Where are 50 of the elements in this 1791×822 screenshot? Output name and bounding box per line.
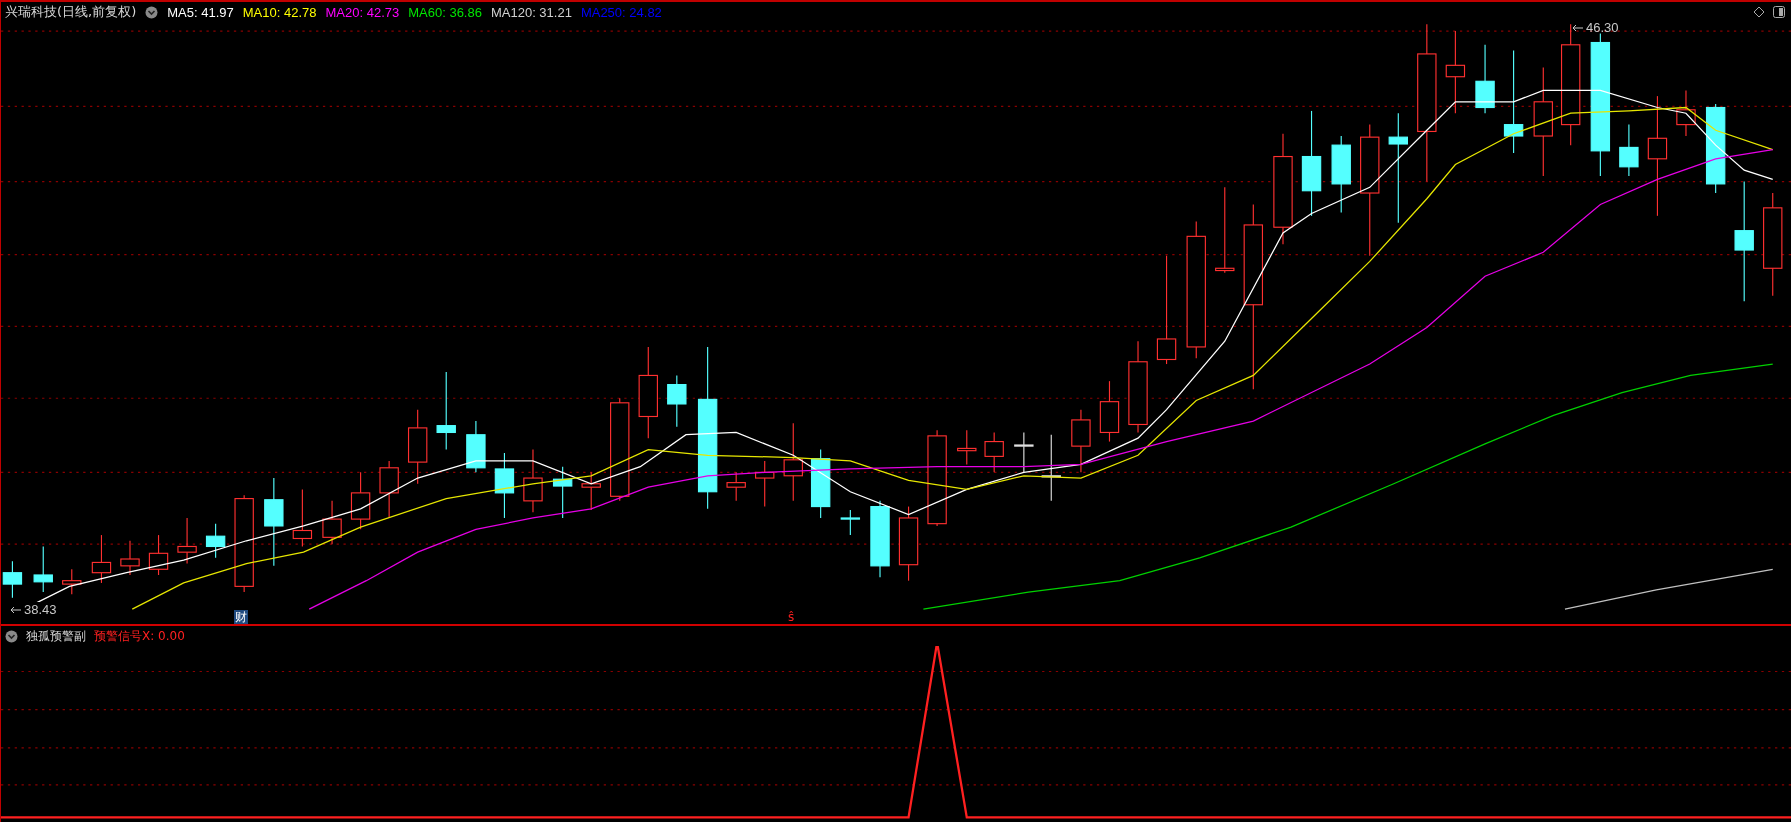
panel-toggle-icon[interactable] <box>1773 6 1785 18</box>
chevron-down-icon[interactable] <box>5 629 18 643</box>
price-label: 38.43 <box>24 602 57 617</box>
candlestick <box>2 560 23 599</box>
candlestick <box>120 540 140 576</box>
candlestick <box>177 517 197 565</box>
candlestick <box>1676 89 1696 137</box>
candlestick <box>91 534 112 584</box>
moving-average-label: MA5: 41.97 <box>167 4 234 20</box>
candlestick <box>292 488 313 548</box>
candlestick <box>552 466 573 519</box>
moving-average-label: MA120: 31.21 <box>490 4 572 20</box>
indicator-title: 独孤预警副 <box>26 627 86 645</box>
indicator-reading: 预警信号X: 0.00 <box>94 627 185 645</box>
candlestick <box>726 471 746 502</box>
moving-average-label: MA60: 36.86 <box>408 4 482 20</box>
candlestick <box>1475 44 1495 114</box>
candlestick <box>957 429 977 465</box>
event-marker[interactable]: 财 <box>234 610 248 624</box>
candlestick <box>466 420 486 473</box>
event-marker[interactable]: ŝ <box>787 610 796 624</box>
candlestick <box>755 460 775 508</box>
candlestick <box>1071 409 1091 473</box>
moving-average-label: MA250: 24.82 <box>580 4 662 20</box>
candlestick <box>810 449 831 519</box>
candlestick <box>840 509 861 536</box>
candlestick <box>322 500 342 545</box>
chevron-down-icon[interactable] <box>145 5 159 19</box>
candlestick <box>1099 380 1120 443</box>
price-label: 46.30 <box>1586 20 1619 35</box>
candlestick <box>494 452 515 519</box>
candlestick <box>581 471 601 511</box>
moving-average-label: MA20: 42.73 <box>325 4 400 20</box>
candlestick <box>148 534 169 576</box>
candlestick <box>205 523 226 559</box>
candlestick <box>984 431 1004 473</box>
moving-average-label: MA10: 42.78 <box>242 4 317 20</box>
stock-title: 兴瑞科技(日线,前复权) <box>5 3 137 21</box>
diamond-icon[interactable] <box>1753 6 1765 18</box>
candlestick <box>350 471 371 530</box>
candlestick <box>1014 431 1034 473</box>
pointer-arrow-icon <box>1572 23 1584 32</box>
candlestick <box>667 374 687 428</box>
candlestick <box>1619 124 1639 177</box>
candlestick <box>379 460 399 519</box>
candlestick <box>62 568 82 595</box>
candlestick <box>33 545 53 593</box>
candlestick <box>1041 434 1061 502</box>
pointer-arrow-icon <box>10 605 22 614</box>
candlestick <box>523 449 543 513</box>
